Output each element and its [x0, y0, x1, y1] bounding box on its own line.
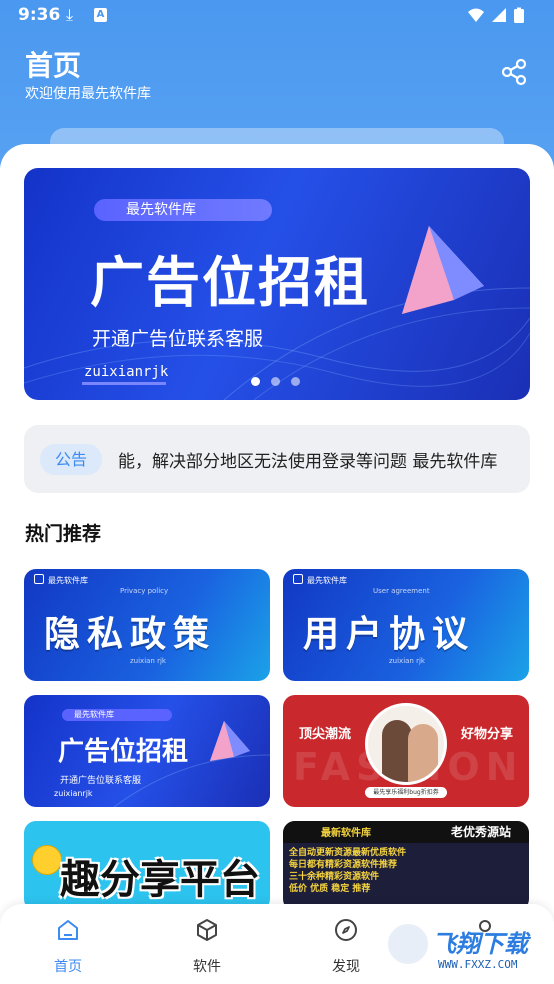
- page-title: 首页: [25, 49, 82, 82]
- carousel-dot[interactable]: [271, 377, 280, 386]
- banner-pill: 最先软件库: [94, 199, 272, 221]
- card-photo: [365, 703, 447, 785]
- notice-bar[interactable]: 公告 能，解决部分地区无法使用登录等问题 最先软件库: [24, 425, 530, 493]
- person-figure: [408, 724, 438, 782]
- download-icon: ⤓: [66, 5, 74, 24]
- nav-item-software[interactable]: 软件: [167, 904, 247, 984]
- card-caption: 最先享乐福利bug折扣券: [365, 787, 447, 798]
- battery-icon: [514, 9, 524, 23]
- card-brand: 最先软件库: [307, 576, 347, 585]
- watermark-logo-icon: [386, 922, 430, 966]
- compass-icon: [335, 919, 357, 941]
- card-headline: 隐私政策: [44, 614, 217, 655]
- card-right-text: 好物分享: [461, 727, 514, 742]
- watermark-title: 飞翔下载: [432, 930, 528, 958]
- card-headline: 趣分享平台: [60, 857, 260, 903]
- notice-text: 能，解决部分地区无法使用登录等问题 最先软件库: [118, 452, 498, 472]
- banner-carousel[interactable]: 最先软件库 广告位招租 开通广告位联系客服 zuixianrjk: [24, 168, 530, 400]
- brand-icon: [34, 574, 44, 584]
- share-icon[interactable]: [500, 58, 528, 86]
- card-ad-rental[interactable]: 最先软件库 广告位招租 开通广告位联系客服 zuixianrjk: [24, 695, 270, 807]
- card-left-text: 顶尖潮流: [299, 727, 352, 742]
- banner-tag-underline: [82, 382, 166, 385]
- status-time: 9:36: [18, 5, 61, 25]
- card-pill: 最先软件库: [62, 709, 172, 721]
- card-brand: 最新软件库: [321, 828, 371, 839]
- card-line: 每日都有精彩资源软件推荐: [289, 860, 398, 870]
- card-right-title: 老优秀源站: [451, 825, 512, 839]
- card-tag: zuixianrjk: [54, 789, 93, 798]
- emoji-icon: [32, 845, 62, 875]
- status-icons: [468, 7, 524, 23]
- card-small-top: User agreement: [373, 587, 430, 595]
- card-line: 全自动更新资源最新优质软件: [289, 848, 407, 858]
- card-user-agreement[interactable]: 最先软件库 User agreement 用户协议 zuixian rjk: [283, 569, 529, 681]
- card-lines: 全自动更新资源最新优质软件 每日都有精彩资源软件推荐 三十余种精彩资源软件 低价…: [289, 847, 406, 895]
- banner-subtitle: 开通广告位联系客服: [92, 328, 264, 350]
- card-source-site[interactable]: 最新软件库 老优秀源站 全自动更新资源最新优质软件 每日都有精彩资源软件推荐 三…: [283, 821, 529, 911]
- card-small-bottom: zuixian rjk: [130, 657, 166, 665]
- wifi-icon: [468, 8, 484, 22]
- status-bar: 9:36 ⤓ A: [0, 0, 554, 32]
- card-subtitle: 开通广告位联系客服: [60, 776, 142, 786]
- nav-item-home[interactable]: 首页: [28, 904, 108, 984]
- app-notification-icon: A: [94, 8, 107, 22]
- watermark: 飞翔下载 WWW.FXXZ.COM: [386, 920, 544, 976]
- banner-headline: 广告位招租: [90, 251, 370, 314]
- card-small-top: Privacy policy: [120, 587, 169, 595]
- banner-tag: zuixianrjk: [84, 364, 169, 380]
- card-line: 三十余种精彩资源软件: [289, 872, 380, 882]
- signal-icon: [492, 8, 506, 22]
- nav-item-discover[interactable]: 发现: [306, 904, 386, 984]
- carousel-dot[interactable]: [251, 377, 260, 386]
- nav-label: 首页: [54, 959, 82, 975]
- cube-icon: [197, 919, 217, 941]
- home-icon: [58, 920, 78, 940]
- notice-badge: 公告: [40, 444, 102, 475]
- card-headline: 广告位招租: [58, 737, 189, 767]
- card-line: 低价 优质 稳定 推荐: [289, 884, 371, 894]
- card-small-bottom: zuixian rjk: [389, 657, 425, 665]
- section-title: 热门推荐: [25, 523, 102, 545]
- carousel-dot[interactable]: [291, 377, 300, 386]
- card-privacy-policy[interactable]: 最先软件库 Privacy policy 隐私政策 zuixian rjk: [24, 569, 270, 681]
- page-subtitle: 欢迎使用最先软件库: [25, 86, 151, 102]
- card-fashion[interactable]: FASHION 顶尖潮流 好物分享 最先享乐福利bug折扣券: [283, 695, 529, 807]
- nav-label: 发现: [332, 959, 360, 975]
- card-headline: 用户协议: [303, 614, 476, 655]
- card-brand: 最先软件库: [48, 576, 88, 585]
- brand-icon: [293, 574, 303, 584]
- watermark-url: WWW.FXXZ.COM: [438, 958, 518, 971]
- card-share-platform[interactable]: 趣分享平台: [24, 821, 270, 911]
- nav-label: 软件: [193, 959, 221, 975]
